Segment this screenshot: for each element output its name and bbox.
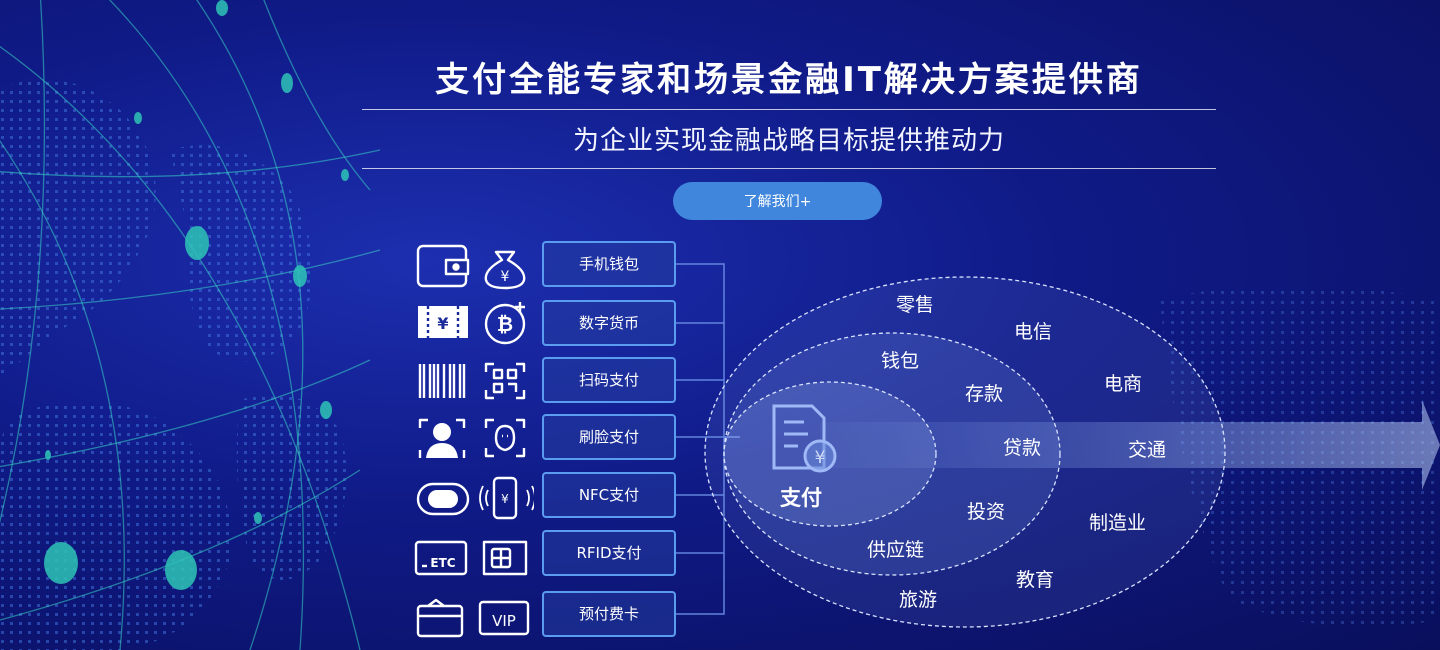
- about-us-button[interactable]: 了解我们+: [673, 182, 882, 220]
- payment-rfid[interactable]: RFID支付: [542, 530, 676, 576]
- barcode-icon: [418, 364, 466, 398]
- bitcoin-icon: ₿: [484, 302, 526, 345]
- svg-text:VIP: VIP: [492, 612, 516, 630]
- page-title: 支付全能专家和场景金融IT解决方案提供商: [435, 60, 1143, 100]
- svg-text:¥: ¥: [501, 492, 509, 506]
- wallet-icon: [416, 244, 470, 288]
- vip-card-icon: VIP: [478, 600, 530, 636]
- money-bag-icon: ¥: [484, 250, 526, 290]
- payment-document-icon: ¥: [772, 404, 837, 473]
- core-payment-label: 支付: [780, 486, 822, 510]
- title-divider: [362, 109, 1216, 110]
- page-subtitle: 为企业实现金融战略目标提供推动力: [572, 126, 1005, 156]
- sim-card-icon: [482, 540, 528, 576]
- prepaid-card-icon: [416, 598, 464, 638]
- outer-manufacturing-label: 制造业: [1089, 512, 1147, 534]
- payment-scan-code[interactable]: 扫码支付: [542, 357, 676, 403]
- inner-loan-label: 贷款: [1003, 437, 1042, 459]
- outer-ecommerce-label: 电商: [1104, 373, 1143, 395]
- payment-digital-currency[interactable]: 数字货币: [542, 300, 676, 346]
- inner-supply-chain-label: 供应链: [867, 539, 925, 561]
- inner-deposit-label: 存款: [965, 383, 1004, 405]
- ticket-icon: ¥: [418, 306, 468, 338]
- payment-mobile-wallet[interactable]: 手机钱包: [542, 241, 676, 287]
- payment-prepaid-card[interactable]: 预付费卡: [542, 591, 676, 637]
- svg-text:¥: ¥: [815, 448, 826, 468]
- outer-transport-label: 交通: [1128, 439, 1167, 461]
- inner-wallet-label: 钱包: [881, 350, 920, 372]
- outer-tourism-label: 旅游: [899, 589, 938, 611]
- wristband-icon: [416, 482, 470, 516]
- inner-investment-label: 投资: [967, 501, 1006, 523]
- svg-text:¥: ¥: [437, 314, 448, 333]
- payment-face-pay[interactable]: 刷脸支付: [542, 414, 676, 460]
- outer-retail-label: 零售: [896, 294, 935, 316]
- subtitle-divider: [362, 168, 1216, 169]
- svg-text:₿: ₿: [497, 312, 513, 336]
- outer-education-label: 教育: [1016, 569, 1055, 591]
- face-scan-icon: [484, 418, 526, 458]
- etc-card-icon: ETC: [414, 540, 468, 576]
- payment-nfc[interactable]: NFC支付: [542, 472, 676, 518]
- payment-icons-column: ¥ ¥ ₿ ¥ ETC VIP: [414, 244, 534, 638]
- svg-text:ETC: ETC: [430, 556, 455, 570]
- phone-pay-icon: ¥: [479, 476, 534, 520]
- face-avatar-icon: [418, 418, 466, 458]
- outer-telecom-label: 电信: [1014, 321, 1053, 343]
- qr-code-icon: [484, 362, 526, 400]
- svg-text:¥: ¥: [501, 269, 510, 285]
